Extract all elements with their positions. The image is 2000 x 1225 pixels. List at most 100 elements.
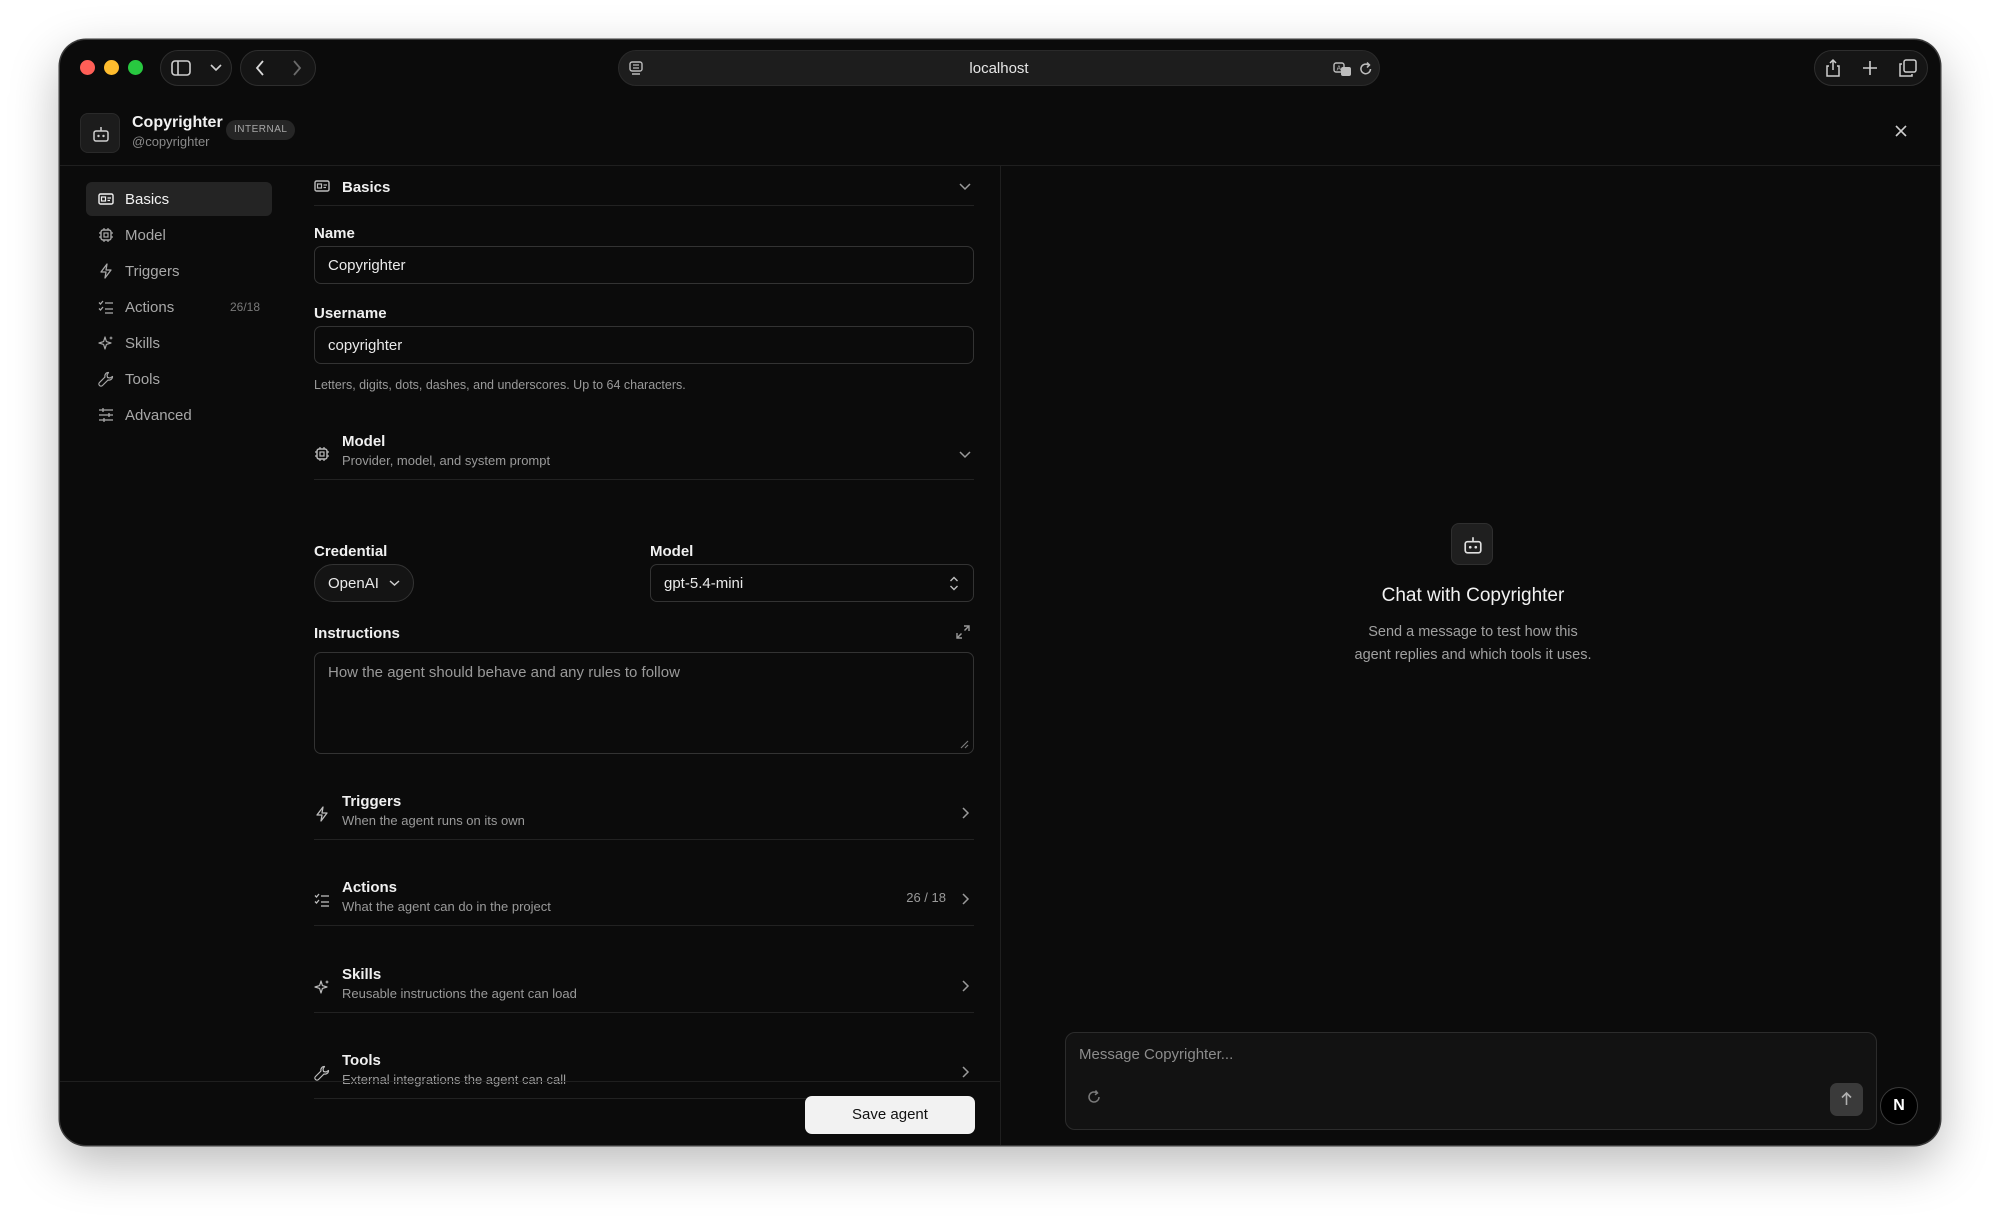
sidebar-item-model[interactable]: Model <box>86 218 272 252</box>
sidebar-item-advanced[interactable]: Advanced <box>86 398 272 432</box>
name-label: Name <box>314 225 355 242</box>
expand-icon[interactable] <box>956 625 970 639</box>
url-text: localhost <box>969 60 1029 77</box>
save-agent-button[interactable]: Save agent <box>805 1096 975 1134</box>
robot-icon <box>1464 537 1482 554</box>
instructions-textarea[interactable]: How the agent should behave and any rule… <box>314 652 974 754</box>
model-select[interactable]: gpt-5.4-mini <box>650 564 974 602</box>
tools-section-row[interactable]: Tools External integrations the agent ca… <box>314 1043 974 1099</box>
window-zoom-button[interactable] <box>128 60 143 75</box>
translate-icon[interactable]: A <box>1333 61 1353 77</box>
sidebar-item-label: Basics <box>125 190 170 208</box>
triggers-section-subtitle: When the agent runs on its own <box>342 813 525 828</box>
arrow-up-icon <box>1841 1091 1852 1105</box>
forward-icon[interactable] <box>292 60 302 76</box>
username-label: Username <box>314 305 387 322</box>
sidebar-item-basics[interactable]: Basics <box>86 182 272 216</box>
history-nav-group <box>240 50 316 86</box>
chip-icon <box>99 228 113 242</box>
sidebar-toggle-group <box>160 50 232 86</box>
window-close-button[interactable] <box>80 60 95 75</box>
chat-input-box[interactable]: Message Copyrighter... <box>1065 1032 1877 1130</box>
model-section-title: Model <box>342 433 386 450</box>
model-value: gpt-5.4-mini <box>664 575 744 592</box>
credential-select[interactable]: OpenAI <box>314 564 414 602</box>
user-avatar-button[interactable]: N <box>1880 1087 1918 1125</box>
actions-section-subtitle: What the agent can do in the project <box>342 899 551 914</box>
id-card-icon <box>98 193 114 205</box>
actions-section-count: 26 / 18 <box>906 890 946 905</box>
agent-settings-form: Basics Name Copyrighter Username copyrig… <box>314 166 974 1099</box>
checklist-icon <box>98 300 113 314</box>
sidebar-item-actions[interactable]: Actions 26/18 <box>86 290 272 324</box>
username-hint: Letters, digits, dots, dashes, and under… <box>314 378 686 392</box>
browser-window: localhost A Copyrighter @copyrighter INT… <box>60 40 1940 1145</box>
tab-overview-icon[interactable] <box>1898 59 1917 77</box>
sparkles-icon <box>98 336 113 350</box>
send-button[interactable] <box>1830 1083 1863 1116</box>
tools-section-title: Tools <box>342 1052 381 1069</box>
agent-header: Copyrighter @copyrighter INTERNAL <box>60 96 1940 166</box>
sparkles-icon <box>314 980 329 994</box>
chat-input-placeholder: Message Copyrighter... <box>1079 1046 1234 1063</box>
triggers-section-title: Triggers <box>342 793 402 810</box>
chat-subtitle-line: Send a message to test how this <box>1368 624 1578 640</box>
sidebar-item-label: Tools <box>125 370 161 388</box>
reload-icon[interactable] <box>1359 61 1373 77</box>
settings-sidebar: Basics Model Triggers Actions 26/18 Skil… <box>86 182 272 434</box>
close-icon[interactable] <box>1890 120 1912 142</box>
wrench-icon <box>314 1065 330 1081</box>
form-footer-divider <box>60 1081 1000 1082</box>
sidebar-toggle-icon[interactable] <box>170 60 191 76</box>
sidebar-item-label: Advanced <box>125 406 192 424</box>
reset-icon[interactable] <box>1086 1089 1102 1105</box>
panel-divider <box>1000 166 1001 1145</box>
chevron-down-icon[interactable] <box>958 179 972 193</box>
chevron-right-icon <box>962 1066 970 1078</box>
basics-section-header[interactable]: Basics <box>314 166 974 206</box>
browser-actions-group <box>1814 50 1928 86</box>
agent-handle: @copyrighter <box>132 134 210 149</box>
agent-avatar <box>80 113 120 153</box>
back-icon[interactable] <box>255 60 265 76</box>
username-field[interactable]: copyrighter <box>314 326 974 364</box>
model-section-subtitle: Provider, model, and system prompt <box>342 453 551 468</box>
address-bar[interactable]: localhost A <box>618 50 1380 86</box>
skills-section-subtitle: Reusable instructions the agent can load <box>342 986 577 1001</box>
actions-section-title: Actions <box>342 879 398 896</box>
chat-subtitle: Send a message to test how this agent re… <box>1160 621 1786 667</box>
chevron-down-icon[interactable] <box>209 64 222 72</box>
skills-section-title: Skills <box>342 966 382 983</box>
resize-handle-icon[interactable] <box>959 739 969 749</box>
sidebar-item-label: Actions <box>125 298 175 316</box>
browser-titlebar: localhost A <box>60 40 1940 96</box>
basics-section-title: Basics <box>342 179 391 196</box>
lightning-icon <box>316 806 328 822</box>
instructions-label: Instructions <box>314 625 400 642</box>
chevron-down-icon[interactable] <box>958 447 972 461</box>
chevron-up-down-icon <box>950 576 958 591</box>
share-icon[interactable] <box>1825 58 1841 78</box>
credential-label: Credential <box>314 543 388 560</box>
instructions-placeholder: How the agent should behave and any rule… <box>328 664 680 681</box>
internal-badge: INTERNAL <box>226 120 296 140</box>
chat-title: Chat with Copyrighter <box>1381 585 1565 606</box>
agent-name: Copyrighter <box>132 114 223 131</box>
model-section-header[interactable]: Model Provider, model, and system prompt <box>314 424 974 480</box>
chat-empty-avatar <box>1451 523 1493 565</box>
robot-icon <box>93 127 109 142</box>
sidebar-item-triggers[interactable]: Triggers <box>86 254 272 288</box>
sidebar-item-skills[interactable]: Skills <box>86 326 272 360</box>
chip-icon <box>315 447 329 461</box>
sidebar-item-label: Model <box>125 226 166 244</box>
new-tab-icon[interactable] <box>1862 60 1878 76</box>
sidebar-item-tools[interactable]: Tools <box>86 362 272 396</box>
name-field[interactable]: Copyrighter <box>314 246 974 284</box>
triggers-section-row[interactable]: Triggers When the agent runs on its own <box>314 784 974 840</box>
wrench-icon <box>98 371 114 387</box>
credential-value: OpenAI <box>328 574 379 592</box>
chevron-right-icon <box>962 893 970 905</box>
skills-section-row[interactable]: Skills Reusable instructions the agent c… <box>314 957 974 1013</box>
actions-section-row[interactable]: Actions What the agent can do in the pro… <box>314 870 974 926</box>
window-minimize-button[interactable] <box>104 60 119 75</box>
